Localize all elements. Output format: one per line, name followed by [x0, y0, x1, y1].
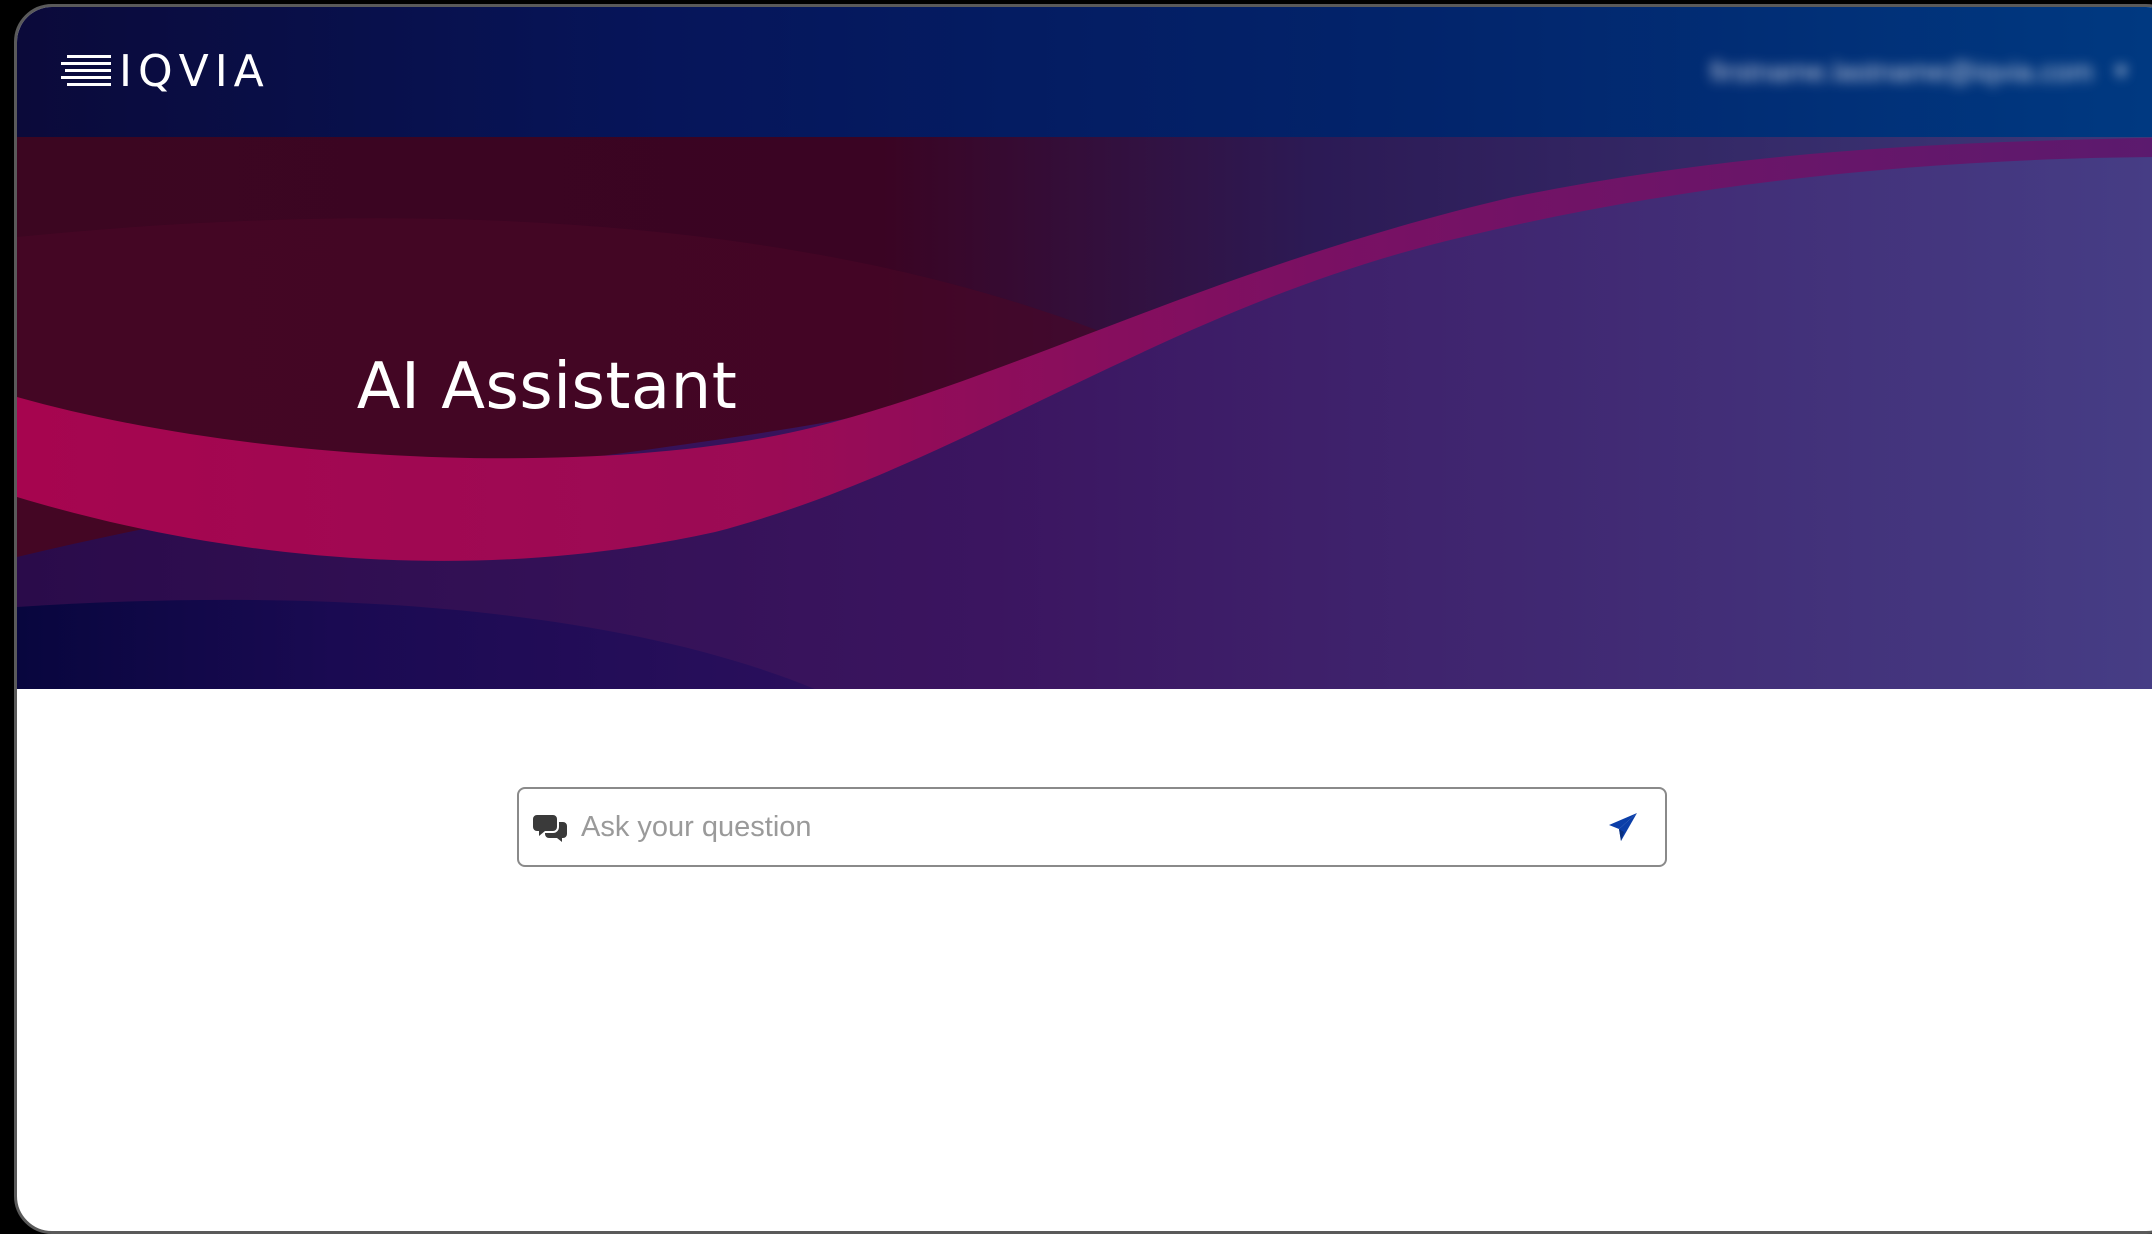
question-box — [517, 787, 1667, 867]
top-navbar: IQVIA firstname.lastname@iqvia.com ▼ — [17, 7, 2152, 137]
page-title: AI Assistant — [356, 350, 738, 424]
send-button[interactable] — [1595, 799, 1651, 855]
logo-lines-icon — [61, 55, 111, 86]
send-icon — [1609, 813, 1637, 841]
iqvia-logo[interactable]: IQVIA — [61, 47, 270, 97]
chevron-down-icon: ▼ — [2111, 60, 2131, 83]
logo-text: IQVIA — [119, 46, 270, 97]
user-menu[interactable]: firstname.lastname@iqvia.com ▼ — [1710, 55, 2131, 89]
user-email: firstname.lastname@iqvia.com — [1709, 56, 2094, 87]
hero-banner: AI Assistant — [17, 137, 2152, 689]
app-window: IQVIA firstname.lastname@iqvia.com ▼ AI … — [14, 4, 2152, 1234]
question-input[interactable] — [579, 796, 1595, 858]
chat-bubbles-icon — [533, 815, 567, 842]
